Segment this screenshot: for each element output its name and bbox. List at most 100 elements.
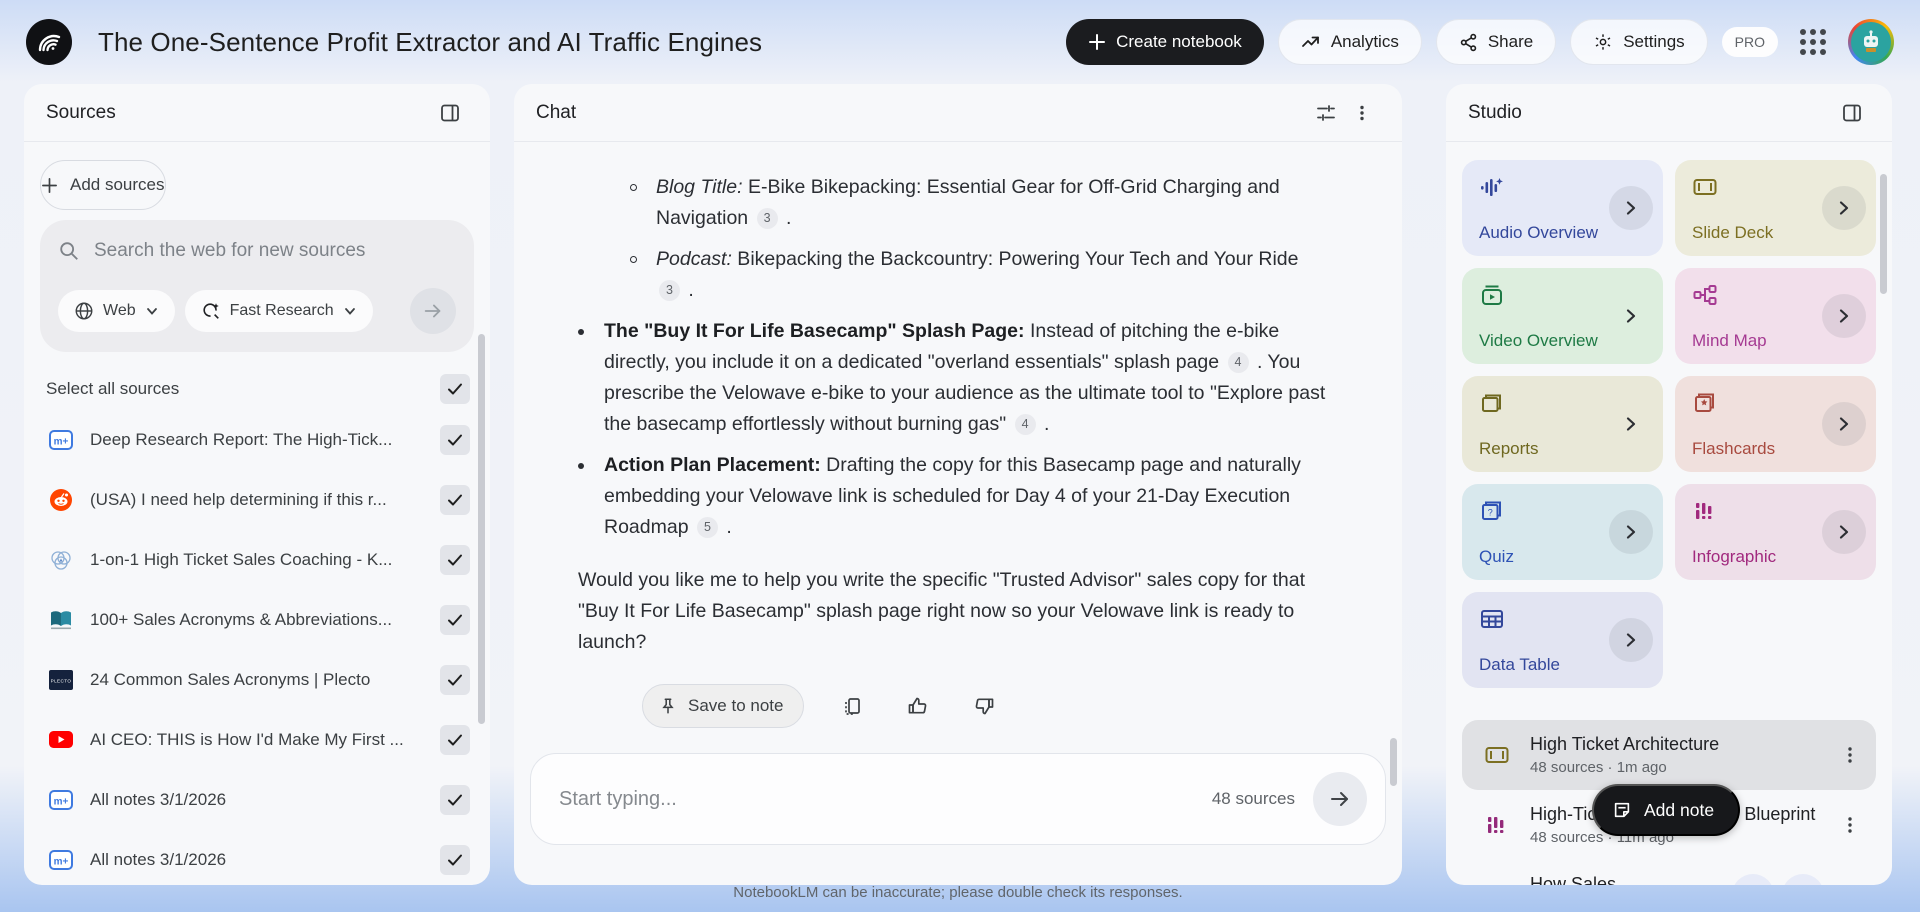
chevron-right-icon[interactable] [1822, 510, 1866, 554]
settings-button[interactable]: Settings [1570, 19, 1708, 65]
chevron-right-icon[interactable] [1609, 510, 1653, 554]
interactive-mode-button[interactable] [1732, 874, 1774, 885]
source-checkbox[interactable] [440, 785, 470, 815]
source-checkbox[interactable] [440, 425, 470, 455]
studio-tile-mind-map[interactable]: Mind Map [1675, 268, 1876, 364]
citation-badge[interactable]: 4 [1014, 414, 1036, 435]
collapse-studio-panel-icon[interactable] [1834, 95, 1870, 131]
chevron-right-icon[interactable] [1609, 294, 1653, 338]
source-row[interactable]: 1-on-1 High Ticket Sales Coaching - K... [24, 530, 490, 590]
source-label: Deep Research Report: The High-Tick... [90, 430, 393, 449]
share-icon [1460, 33, 1477, 51]
source-row[interactable]: AI CEO: THIS is How I'd Make My First ..… [24, 710, 490, 770]
source-row[interactable]: PLECTO 24 Common Sales Acronyms | Plecto [24, 650, 490, 710]
studio-output-title: High Ticket Architecture [1530, 734, 1720, 754]
search-submit-button[interactable] [410, 288, 456, 334]
chat-text-segment: . [720, 516, 732, 538]
studio-tile-flashcards[interactable]: Flashcards [1675, 376, 1876, 472]
source-row[interactable]: m+ All notes 3/1/2026 [24, 830, 490, 885]
source-row[interactable]: m+ All notes 3/1/2026 [24, 770, 490, 830]
source-label: (USA) I need help determining if this r.… [90, 490, 387, 509]
chat-more-menu-icon[interactable] [1344, 95, 1380, 131]
studio-tile-video-overview[interactable]: Video Overview [1462, 268, 1663, 364]
chat-text: Would you like me to help you write the … [578, 565, 1332, 658]
svg-text:?: ? [1488, 508, 1493, 518]
chat-settings-icon[interactable] [1308, 95, 1344, 131]
citation-badge[interactable]: 3 [659, 280, 680, 301]
sources-scrollbar[interactable] [478, 334, 485, 724]
source-label: 24 Common Sales Acronyms | Plecto [90, 670, 371, 689]
row-more-menu-icon[interactable] [1836, 880, 1864, 885]
notebook-doc-icon: m+ [48, 427, 74, 453]
chat-sources-count: 48 sources [1211, 789, 1295, 808]
save-to-note-label: Save to note [688, 696, 784, 715]
notebook-title[interactable]: The One-Sentence Profit Extractor and AI… [98, 27, 762, 58]
source-row[interactable]: 100+ Sales Acronyms & Abbreviations... [24, 590, 490, 650]
source-label: All notes 3/1/2026 [90, 850, 227, 869]
row-more-menu-icon[interactable] [1836, 810, 1864, 840]
chat-scrollbar[interactable] [1390, 738, 1397, 786]
citation-badge[interactable]: 4 [1227, 352, 1249, 373]
chevron-right-icon[interactable] [1822, 294, 1866, 338]
chevron-right-icon[interactable] [1609, 186, 1653, 230]
web-search-card: Web Fast Research [40, 220, 474, 352]
chat-text: Blog Title: E-Bike Bikepacking: Essentia… [656, 172, 1304, 234]
thumbs-down-icon[interactable] [966, 688, 1002, 724]
chat-text: The "Buy It For Life Basecamp" Splash Pa… [604, 316, 1332, 440]
source-checkbox[interactable] [440, 605, 470, 635]
robot-avatar-icon [1864, 30, 1878, 52]
source-checkbox[interactable] [440, 665, 470, 695]
add-note-button[interactable]: Add note [1592, 784, 1741, 836]
chevron-right-icon[interactable] [1609, 618, 1653, 662]
source-checkbox[interactable] [440, 485, 470, 515]
play-audio-button[interactable] [1782, 874, 1824, 885]
create-notebook-button[interactable]: Create notebook [1066, 19, 1264, 65]
chat-input[interactable] [559, 787, 1212, 811]
note-icon [1614, 802, 1630, 818]
chat-bullet: Action Plan Placement: Drafting the copy… [578, 450, 1332, 543]
citation-badge[interactable]: 5 [696, 517, 718, 538]
chat-text-segment: Would you like me to help you write the … [578, 569, 1306, 653]
send-message-button[interactable] [1313, 772, 1367, 826]
studio-tile-audio-overview[interactable]: Audio Overview [1462, 160, 1663, 256]
studio-tiles: Audio Overview Slide Deck Video Overview Mi… [1446, 142, 1892, 694]
share-label: Share [1487, 32, 1534, 51]
thumbs-up-icon[interactable] [900, 688, 936, 724]
studio-tile-slide-deck[interactable]: Slide Deck [1675, 160, 1876, 256]
studio-tile-reports[interactable]: Reports [1462, 376, 1663, 472]
studio-tile-data-table[interactable]: Data Table [1462, 592, 1663, 688]
studio-output-row[interactable]: How Sales48 sources [1462, 860, 1876, 885]
pin-icon [662, 698, 674, 714]
row-more-menu-icon[interactable] [1836, 740, 1864, 770]
sources-panel: Sources Add sources Web Fast Research [24, 84, 490, 885]
share-button[interactable]: Share [1435, 19, 1557, 65]
studio-output-row[interactable]: High Ticket Architecture 48 sources · 1m … [1462, 720, 1876, 790]
web-filter-dropdown[interactable]: Web [58, 290, 175, 332]
research-mode-dropdown[interactable]: Fast Research [184, 290, 373, 332]
sparkle-search-icon [202, 303, 219, 319]
studio-tile-quiz[interactable]: ? Quiz [1462, 484, 1663, 580]
citation-badge[interactable]: 3 [756, 208, 778, 229]
chevron-right-icon[interactable] [1609, 402, 1653, 446]
collapse-sources-panel-icon[interactable] [432, 95, 468, 131]
source-checkbox[interactable] [440, 545, 470, 575]
account-avatar[interactable] [1848, 19, 1894, 65]
studio-tile-infographic[interactable]: Infographic [1675, 484, 1876, 580]
google-apps-icon[interactable] [1792, 21, 1834, 63]
source-row[interactable]: (USA) I need help determining if this r.… [24, 470, 490, 530]
sources-panel-title: Sources [46, 101, 116, 123]
save-to-note-button[interactable]: Save to note [642, 684, 805, 728]
select-all-checkbox[interactable] [440, 374, 470, 404]
source-row[interactable]: m+ Deep Research Report: The High-Tick... [24, 410, 490, 470]
copy-icon[interactable] [834, 688, 870, 724]
analytics-button[interactable]: Analytics [1277, 19, 1422, 65]
source-checkbox[interactable] [440, 725, 470, 755]
add-sources-button[interactable]: Add sources [40, 160, 166, 210]
chevron-down-icon [344, 308, 355, 315]
source-checkbox[interactable] [440, 845, 470, 875]
chevron-right-icon[interactable] [1822, 402, 1866, 446]
web-search-input[interactable] [94, 240, 456, 262]
studio-scrollbar[interactable] [1880, 174, 1887, 294]
notebooklm-logo-icon[interactable] [26, 19, 72, 65]
chevron-right-icon[interactable] [1822, 186, 1866, 230]
